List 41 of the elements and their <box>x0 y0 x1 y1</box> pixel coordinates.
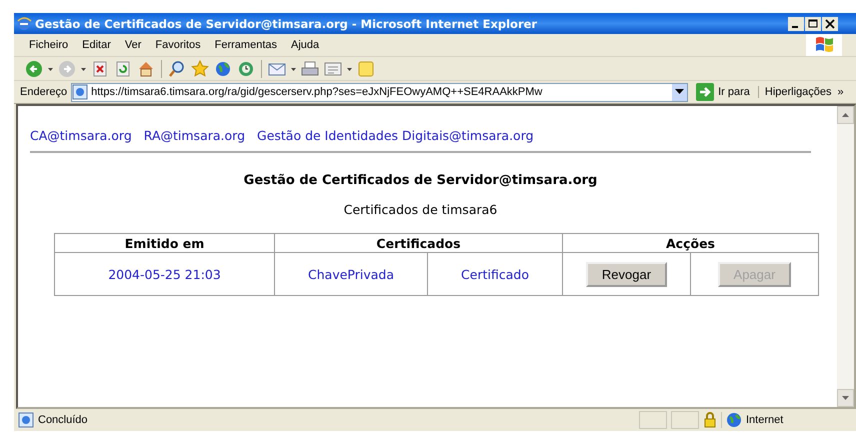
lock-icon <box>703 412 717 428</box>
column-header: Certificados <box>274 234 562 252</box>
maximize-icon[interactable] <box>805 16 821 30</box>
column-header: Acções <box>562 234 818 252</box>
dropdown-icon[interactable] <box>675 89 684 95</box>
column-header: Emitido em <box>54 234 275 252</box>
page-heading: Gestão de Certificados de Servidor@timsara.org <box>242 173 598 188</box>
key-link[interactable]: ChavePrivada <box>308 266 394 282</box>
globe-icon <box>726 412 742 428</box>
page-icon <box>18 412 34 428</box>
menu-item[interactable]: Favoritos <box>148 37 208 53</box>
status-pane <box>671 411 699 429</box>
date-link[interactable]: 2004-05-25 21:03 <box>108 266 221 282</box>
nav-link[interactable]: CA@timsara.org <box>30 128 132 143</box>
go-button[interactable]: Ir para <box>692 83 754 101</box>
browser-icon <box>16 16 32 32</box>
scrollbar[interactable] <box>837 106 854 407</box>
page-icon <box>72 84 88 100</box>
address-label: Endereço <box>20 86 68 98</box>
nav-link[interactable]: Gestão de Identidades Digitais@timsara.org <box>257 128 534 143</box>
status-pane <box>639 411 667 429</box>
status-text: Concluído <box>38 414 88 426</box>
menu-item[interactable]: Ficheiro <box>22 37 76 53</box>
minimize-icon[interactable] <box>788 16 804 30</box>
links-button[interactable]: Hiperligações <box>758 86 834 98</box>
close-icon[interactable] <box>822 16 838 30</box>
certificate-link[interactable]: Certificado <box>461 266 529 282</box>
print-icon[interactable] <box>300 58 320 78</box>
menu-item[interactable]: Ferramentas <box>208 37 284 53</box>
menu-item[interactable]: Ver <box>118 37 148 53</box>
action-button[interactable]: Revogar <box>586 262 668 286</box>
page-subheading: Certificados de timsara6 <box>342 202 498 217</box>
star-icon[interactable] <box>190 58 210 78</box>
nav-link[interactable]: RA@timsara.org <box>144 128 246 143</box>
windows-logo-icon <box>814 36 834 54</box>
zone-text: Internet <box>746 414 784 426</box>
window-title: Gestão de Certificados de Servidor@timsara.org - Microsoft Internet Explorer <box>35 16 538 30</box>
more-chevron[interactable]: » <box>838 86 844 98</box>
address-field[interactable]: https://timsara6.timsara.org/ra/gid/gescerserv.php?ses=eJxNjFEOwyAMQ++SE4RAAkkPMw <box>71 82 688 102</box>
menu-item[interactable]: Ajuda <box>284 37 326 53</box>
menu-item[interactable]: Editar <box>75 37 118 53</box>
